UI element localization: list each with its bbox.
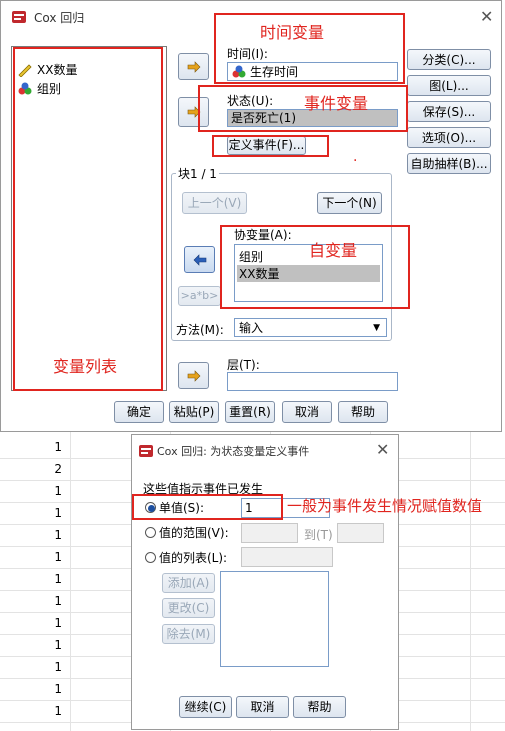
- cell-value: 1: [54, 440, 62, 454]
- annotation-variable-list: 变量列表: [53, 357, 118, 376]
- paste-button[interactable]: 粘贴(P): [169, 401, 219, 423]
- annotation-single-value-note: 一般为事件发生情况赋值数值: [287, 497, 483, 515]
- list-value-input[interactable]: [241, 547, 333, 567]
- annotation-box-variable-list: [13, 47, 163, 391]
- next-block-button[interactable]: 下一个(N): [317, 192, 382, 214]
- help-button[interactable]: 帮助: [293, 696, 346, 718]
- help-button[interactable]: 帮助: [338, 401, 388, 423]
- change-button[interactable]: 更改(C): [162, 598, 215, 618]
- cell-value: 1: [54, 682, 62, 696]
- list-label: 值的列表(L):: [159, 551, 228, 565]
- cell-value: 1: [54, 506, 62, 520]
- cell-value: 1: [54, 616, 62, 630]
- move-to-time-button[interactable]: [178, 53, 209, 80]
- values-list[interactable]: [220, 571, 329, 667]
- cell-value: 1: [54, 660, 62, 674]
- interaction-button[interactable]: >a*b>: [178, 286, 221, 306]
- bootstrap-button[interactable]: 自助抽样(B)...: [407, 153, 491, 174]
- chevron-down-icon: ▼: [373, 322, 380, 333]
- move-to-covariates-button[interactable]: [184, 246, 215, 273]
- method-value: 输入: [239, 321, 264, 335]
- dialog-title: Cox 回归: [34, 11, 85, 25]
- reset-button[interactable]: 重置(R): [225, 401, 275, 423]
- range-to-input[interactable]: [337, 523, 384, 543]
- range-label: 值的范围(V):: [159, 526, 229, 540]
- dialog-title: Cox 回归: 为状态变量定义事件: [157, 445, 310, 458]
- spss-app-icon: [12, 11, 26, 23]
- list-radio[interactable]: [145, 552, 156, 563]
- add-button[interactable]: 添加(A): [162, 573, 215, 593]
- block-label: 块1 / 1: [176, 165, 219, 182]
- cell-value: 1: [54, 484, 62, 498]
- annotation-box-status: [198, 85, 408, 132]
- annotation-box-single-value: [132, 494, 283, 520]
- method-select[interactable]: 输入 ▼: [234, 318, 387, 337]
- strata-field[interactable]: [227, 372, 398, 391]
- cell-value: 1: [54, 594, 62, 608]
- close-icon[interactable]: ✕: [480, 7, 493, 26]
- cell-value: 1: [54, 704, 62, 718]
- categorical-button[interactable]: 分类(C)...: [407, 49, 491, 70]
- arrow-left-icon: [193, 253, 206, 266]
- arrow-right-icon: [187, 369, 200, 382]
- move-to-strata-button[interactable]: [178, 362, 209, 389]
- save-button[interactable]: 保存(S)...: [407, 101, 491, 122]
- cell-value: 1: [54, 550, 62, 564]
- cancel-button[interactable]: 取消: [282, 401, 332, 423]
- remove-button[interactable]: 除去(M): [162, 624, 215, 644]
- plots-button[interactable]: 图(L)...: [407, 75, 491, 96]
- method-label: 方法(M):: [176, 323, 224, 337]
- range-radio[interactable]: [145, 527, 156, 538]
- range-from-input[interactable]: [241, 523, 298, 543]
- cell-value: 1: [54, 572, 62, 586]
- range-to-label: 到(T): [304, 528, 333, 542]
- annotation-time-variable: 时间变量: [260, 23, 325, 42]
- define-event-dialog: Cox 回归: 为状态变量定义事件 ✕ 这些值指示事件已发生 单值(S): 1 …: [131, 434, 399, 730]
- previous-block-button[interactable]: 上一个(V): [182, 192, 247, 214]
- cancel-button[interactable]: 取消: [236, 696, 289, 718]
- cox-regression-dialog: Cox 回归 ✕ XX数量 组别 时间(I): 生存时间 状态(U): 是否死亡…: [0, 0, 502, 432]
- cell-value: 2: [54, 462, 62, 476]
- options-button[interactable]: 选项(O)...: [407, 127, 491, 148]
- ok-button[interactable]: 确定: [114, 401, 164, 423]
- continue-button[interactable]: 继续(C): [179, 696, 232, 718]
- close-icon[interactable]: ✕: [376, 440, 389, 459]
- annotation-box-define-event: [212, 135, 329, 157]
- annotation-event-variable: 事件变量: [304, 94, 369, 113]
- arrow-right-icon: [187, 60, 200, 73]
- cell-value: 1: [54, 528, 62, 542]
- annotation-independent-variable: 自变量: [309, 241, 358, 260]
- cell-value: 1: [54, 638, 62, 652]
- annotation-dot: .: [353, 149, 358, 165]
- spss-app-icon: [139, 445, 153, 457]
- strata-label: 层(T):: [227, 358, 260, 372]
